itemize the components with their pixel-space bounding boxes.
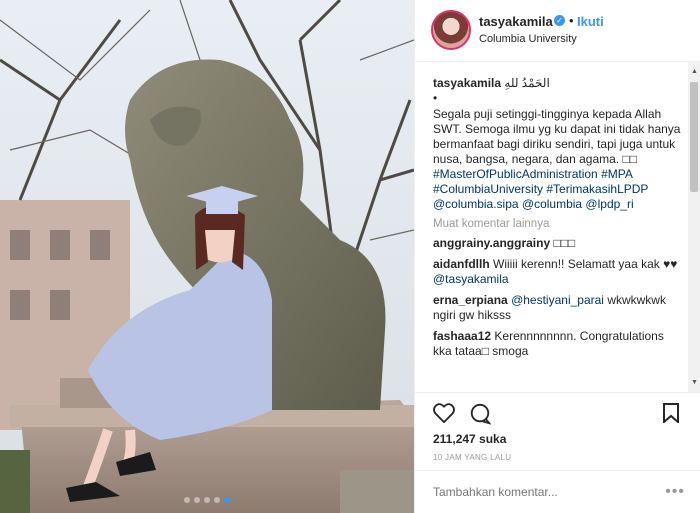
action-bar (415, 392, 700, 432)
comment-mention[interactable]: @tasyakamila (433, 272, 509, 286)
comment-icon[interactable] (469, 403, 492, 430)
carousel-dot[interactable] (204, 497, 210, 503)
scroll-up-icon[interactable]: ▲ (691, 68, 698, 75)
comment: erna_erpiana @hestiyani_parai wkwkwkwk n… (433, 293, 685, 323)
location-link[interactable]: Columbia University (479, 33, 577, 45)
add-comment-bar: ••• (415, 470, 700, 513)
comments-scrollbar[interactable]: ▲ ▼ (688, 62, 700, 392)
comment-mention[interactable]: @hestiyani_parai (511, 293, 604, 307)
caption-hashtags[interactable]: #MasterOfPublicAdministration #MPA #Colu… (433, 167, 685, 212)
comment-text: Wiiiii kerenn!! Selamatt yaa kak ♥♥ (493, 257, 678, 271)
photo-image (0, 0, 414, 513)
carousel-dot-active[interactable] (224, 497, 230, 503)
heart-icon[interactable] (433, 403, 455, 428)
more-options-button[interactable]: ••• (665, 483, 685, 501)
avatar[interactable] (431, 10, 471, 50)
comment: aidanfdllh Wiiiii kerenn!! Selamatt yaa … (433, 257, 685, 287)
comment-username[interactable]: erna_erpiana (433, 293, 508, 307)
add-comment-input[interactable] (433, 485, 653, 499)
bookmark-icon[interactable] (663, 403, 679, 428)
comment-text: □□□ (553, 236, 576, 250)
carousel-dot[interactable] (214, 497, 220, 503)
scrollbar-thumb[interactable] (690, 82, 698, 192)
verified-badge-icon: ✓ (554, 15, 565, 26)
carousel-dot[interactable] (184, 497, 190, 503)
caption-arabic: الحَمْدُ للهِ (504, 76, 550, 90)
load-more-comments-button[interactable]: Muat komentar lainnya (433, 218, 685, 230)
caption: tasyakamila الحَمْدُ للهِ • Segala puji … (433, 76, 685, 212)
comment-username[interactable]: aidanfdllh (433, 257, 490, 271)
comment: fashaaa12 Kerennnnnnnn. Congratulations … (433, 329, 685, 359)
post-photo (0, 0, 414, 513)
caption-text: Segala puji setinggi-tingginya kepada Al… (433, 107, 681, 166)
post-sidebar: tasyakamila ✓ • Ikuti Columbia Universit… (414, 0, 700, 513)
header-username[interactable]: tasyakamila (479, 14, 553, 29)
caption-username[interactable]: tasyakamila (433, 76, 501, 90)
follow-button[interactable]: Ikuti (577, 14, 604, 29)
scroll-down-icon[interactable]: ▼ (691, 379, 698, 386)
comment-username[interactable]: fashaaa12 (433, 329, 491, 343)
comments-section: tasyakamila الحَمْدُ للهِ • Segala puji … (415, 62, 700, 392)
comment-username[interactable]: anggrainy.anggrainy (433, 236, 550, 250)
post-header: tasyakamila ✓ • Ikuti Columbia Universit… (415, 0, 700, 62)
likes-count[interactable]: 211,247 suka (433, 432, 506, 446)
header-separator: • (569, 13, 574, 28)
carousel-indicator (0, 497, 414, 503)
caption-bullet: • (433, 91, 438, 105)
post-timestamp: 10 JAM YANG LALU (433, 453, 512, 462)
comment: anggrainy.anggrainy □□□ (433, 236, 685, 251)
carousel-dot[interactable] (194, 497, 200, 503)
